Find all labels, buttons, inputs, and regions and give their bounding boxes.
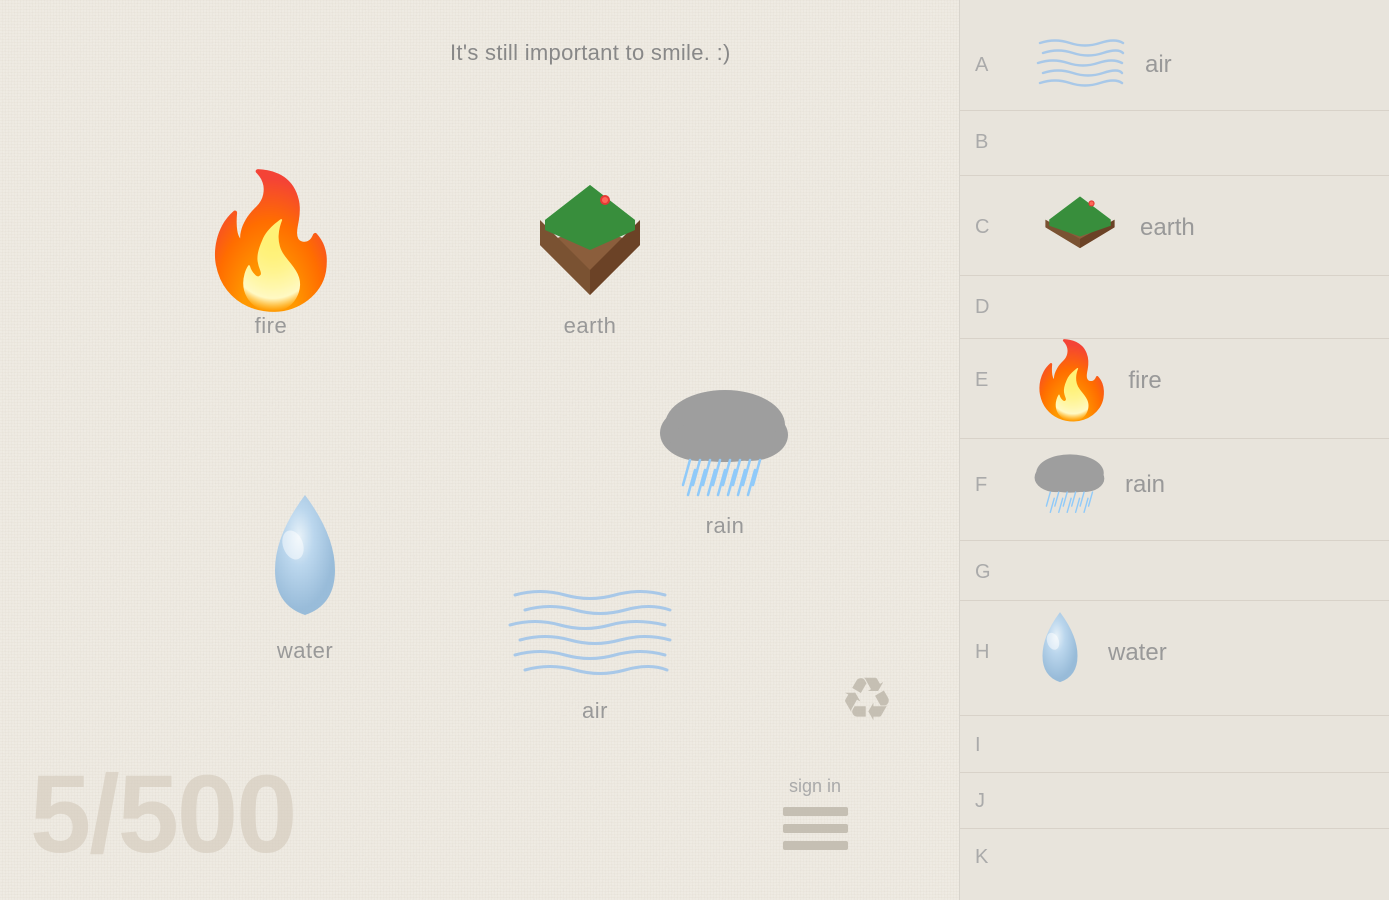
element-rain[interactable]: rain [645,375,805,539]
element-water[interactable]: water [245,490,365,664]
sidebar-letter-i: I [975,734,981,757]
sidebar-label-a: air [1145,51,1172,79]
sidebar-earth-icon [1030,185,1130,265]
sidebar-divider-ij [960,772,1389,773]
rain-label: rain [706,513,745,539]
element-air[interactable]: air [505,580,685,724]
sidebar-divider-ef [960,438,1389,439]
menu-icon[interactable] [783,807,848,850]
water-drop-icon [245,490,365,630]
sidebar-label-f: rain [1125,471,1165,499]
sidebar-letter-j: J [975,790,985,813]
sidebar-label-c: earth [1140,214,1195,242]
sidebar-divider-bc [960,175,1389,176]
recycle-icon: ♻ [830,655,910,735]
sidebar-fire-icon: 🔥 [1025,343,1118,418]
menu-line-1 [783,807,848,816]
sidebar-item-k: K [975,832,988,882]
element-fire[interactable]: 🔥 fire [190,175,352,339]
earth-block-icon [525,175,655,305]
sidebar: A air B C [959,0,1389,900]
header-message: It's still important to smile. :) [450,40,731,66]
sidebar-letter-f: F [975,474,1005,497]
menu-line-2 [783,824,848,833]
sidebar-air-icon [1035,35,1125,90]
rain-icon [645,375,805,505]
water-label: water [277,638,333,664]
air-lines-icon [505,580,685,690]
recycle-button[interactable]: ♻ [830,655,865,740]
sidebar-divider-ab [960,110,1389,111]
sidebar-letter-b: B [975,131,988,154]
sidebar-letter-e: E [975,369,1005,392]
sidebar-water-icon [1025,605,1095,695]
main-content: It's still important to smile. :) 🔥 fire… [0,0,960,900]
fire-icon: 🔥 [190,175,352,305]
sidebar-divider-fg [960,540,1389,541]
sidebar-divider-hi [960,715,1389,716]
signin-area: sign in [730,776,900,850]
sidebar-item-d: D [975,280,989,335]
sidebar-item-e[interactable]: E 🔥 fire [960,338,1389,423]
sidebar-letter-k: K [975,846,988,869]
signin-label: sign in [789,776,841,797]
earth-label: earth [564,313,617,339]
sidebar-letter-a: A [975,54,1005,77]
sidebar-item-j: J [975,776,985,826]
sidebar-rain-icon [1025,445,1115,520]
sidebar-item-b: B [975,115,988,170]
sidebar-item-c[interactable]: C earth [960,180,1389,275]
sidebar-letter-h: H [975,641,1005,664]
sidebar-label-e: fire [1128,367,1161,395]
sidebar-label-h: water [1108,639,1167,667]
sidebar-divider-jk [960,828,1389,829]
sidebar-item-a[interactable]: A air [960,30,1389,100]
fire-label: fire [255,313,288,339]
sidebar-letter-c: C [975,216,1005,239]
menu-line-3 [783,841,848,850]
sidebar-item-h[interactable]: H water [960,600,1389,705]
sidebar-item-i: I [975,720,981,770]
sidebar-letter-g: G [975,561,991,584]
element-earth[interactable]: earth [525,175,655,339]
sidebar-item-g: G [975,545,991,600]
svg-text:♻: ♻ [840,666,894,733]
sidebar-item-f[interactable]: F rain [960,440,1389,530]
sidebar-letter-d: D [975,296,989,319]
air-label: air [582,698,608,724]
score-display: 5/500 [30,760,295,870]
sidebar-divider-cd [960,275,1389,276]
